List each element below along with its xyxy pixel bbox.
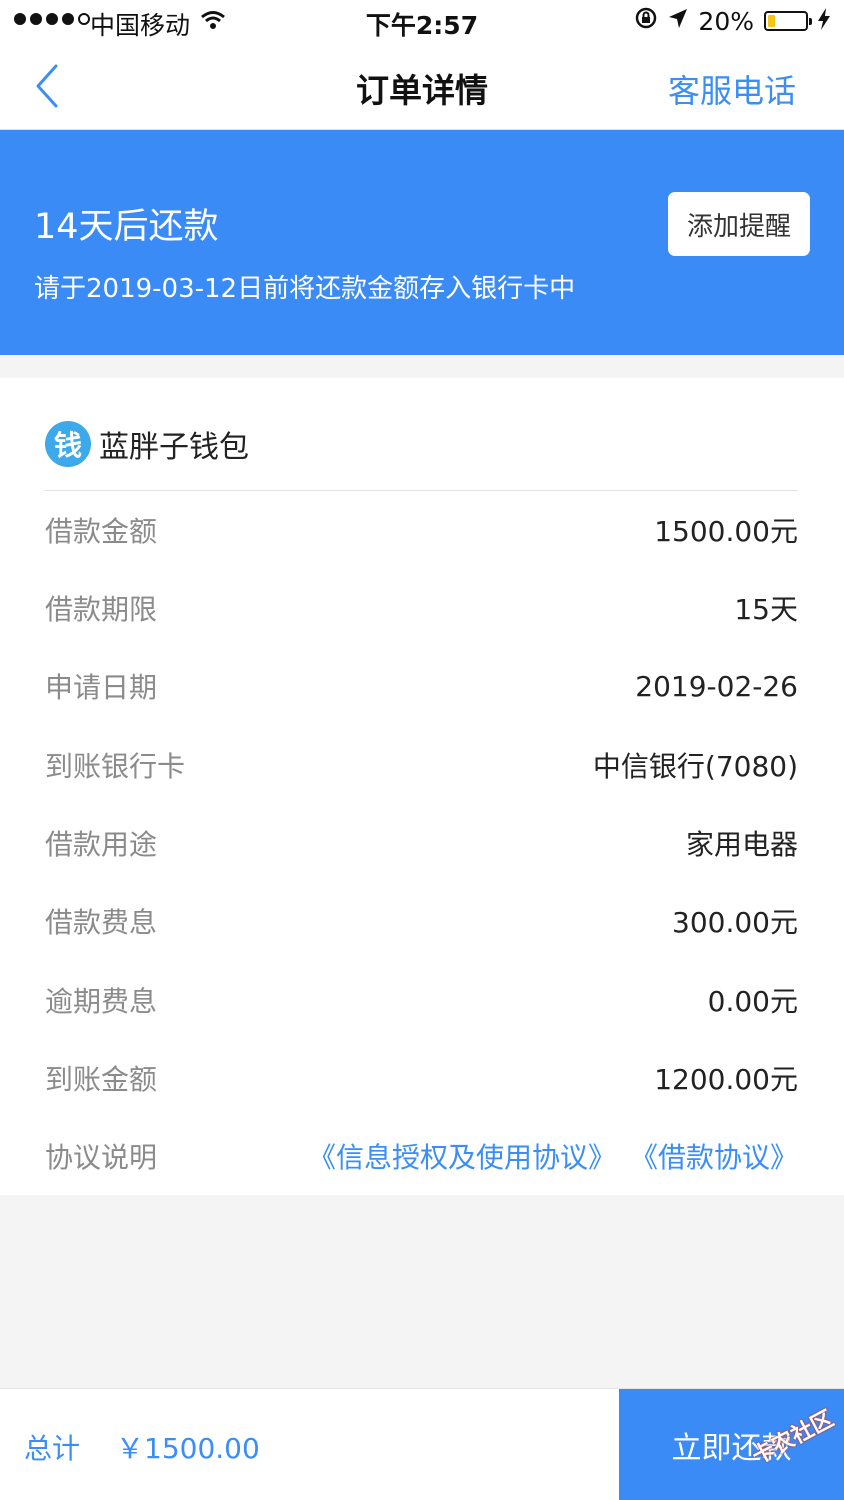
- order-details-card: 钱 蓝胖子钱包 借款金额 1500.00元 借款期限 15天 申请日期 2019…: [0, 378, 844, 1195]
- divider: [45, 490, 798, 491]
- detail-row-agreements: 协议说明 《信息授权及使用协议》 《借款协议》: [45, 1126, 798, 1186]
- repayment-countdown: 14天后还款: [34, 207, 219, 247]
- detail-value: 15天: [734, 593, 798, 626]
- battery-percent: 20%: [698, 6, 754, 36]
- back-button[interactable]: [30, 62, 90, 112]
- customer-service-button[interactable]: 客服电话: [668, 66, 796, 112]
- bottom-bar: 总计 ￥1500.00 立即还款: [0, 1388, 844, 1500]
- detail-label: 到账金额: [45, 1063, 158, 1096]
- detail-value: 0.00元: [707, 985, 798, 1018]
- detail-value: 1500.00元: [654, 515, 798, 548]
- detail-value: 家用电器: [685, 828, 798, 861]
- info-authorization-agreement-link[interactable]: 《信息授权及使用协议》: [308, 1136, 616, 1176]
- detail-row-loan-amount: 借款金额 1500.00元: [45, 500, 798, 560]
- total-amount: ￥1500.00: [116, 1432, 260, 1465]
- detail-label: 申请日期: [45, 671, 158, 704]
- detail-value: 2019-02-26: [635, 669, 798, 703]
- detail-row-apply-date: 申请日期 2019-02-26: [45, 656, 798, 716]
- detail-row-overdue-fee: 逾期费息 0.00元: [45, 970, 798, 1030]
- detail-label: 借款金额: [45, 515, 158, 548]
- wallet-icon: 钱: [45, 421, 91, 467]
- detail-label: 借款用途: [45, 828, 158, 861]
- add-reminder-button[interactable]: 添加提醒: [668, 192, 810, 256]
- chevron-left-icon: [36, 64, 58, 108]
- detail-value: 300.00元: [672, 906, 798, 939]
- lender-header: 钱 蓝胖子钱包: [45, 420, 249, 468]
- status-bar: 中国移动 下午2:57 20%: [0, 0, 844, 44]
- agreement-links: 《信息授权及使用协议》 《借款协议》: [308, 1136, 798, 1176]
- repay-now-button[interactable]: 立即还款: [619, 1389, 844, 1500]
- total-label: 总计: [24, 1432, 81, 1465]
- charging-icon: [818, 7, 830, 36]
- repayment-instruction: 请于2019-03-12日前将还款金额存入银行卡中: [34, 274, 576, 304]
- detail-label: 借款费息: [45, 906, 158, 939]
- location-icon: [668, 7, 688, 36]
- detail-value: 中信银行(7080): [592, 750, 798, 783]
- detail-label: 借款期限: [45, 593, 158, 626]
- detail-label: 协议说明: [45, 1141, 158, 1174]
- battery-icon: [764, 11, 812, 31]
- detail-row-loan-purpose: 借款用途 家用电器: [45, 813, 798, 873]
- navigation-bar: 订单详情 客服电话: [0, 44, 844, 130]
- detail-row-received-amount: 到账金额 1200.00元: [45, 1048, 798, 1108]
- orientation-lock-icon: [634, 6, 658, 36]
- loan-agreement-link[interactable]: 《借款协议》: [630, 1136, 798, 1176]
- repayment-banner: 14天后还款 请于2019-03-12日前将还款金额存入银行卡中 添加提醒: [0, 130, 844, 355]
- detail-row-bank-card: 到账银行卡 中信银行(7080): [45, 735, 798, 795]
- detail-row-loan-fee: 借款费息 300.00元: [45, 891, 798, 951]
- detail-row-loan-term: 借款期限 15天: [45, 578, 798, 638]
- detail-label: 到账银行卡: [45, 750, 186, 783]
- lender-name: 蓝胖子钱包: [99, 430, 249, 465]
- detail-label: 逾期费息: [45, 985, 158, 1018]
- detail-value: 1200.00元: [654, 1063, 798, 1096]
